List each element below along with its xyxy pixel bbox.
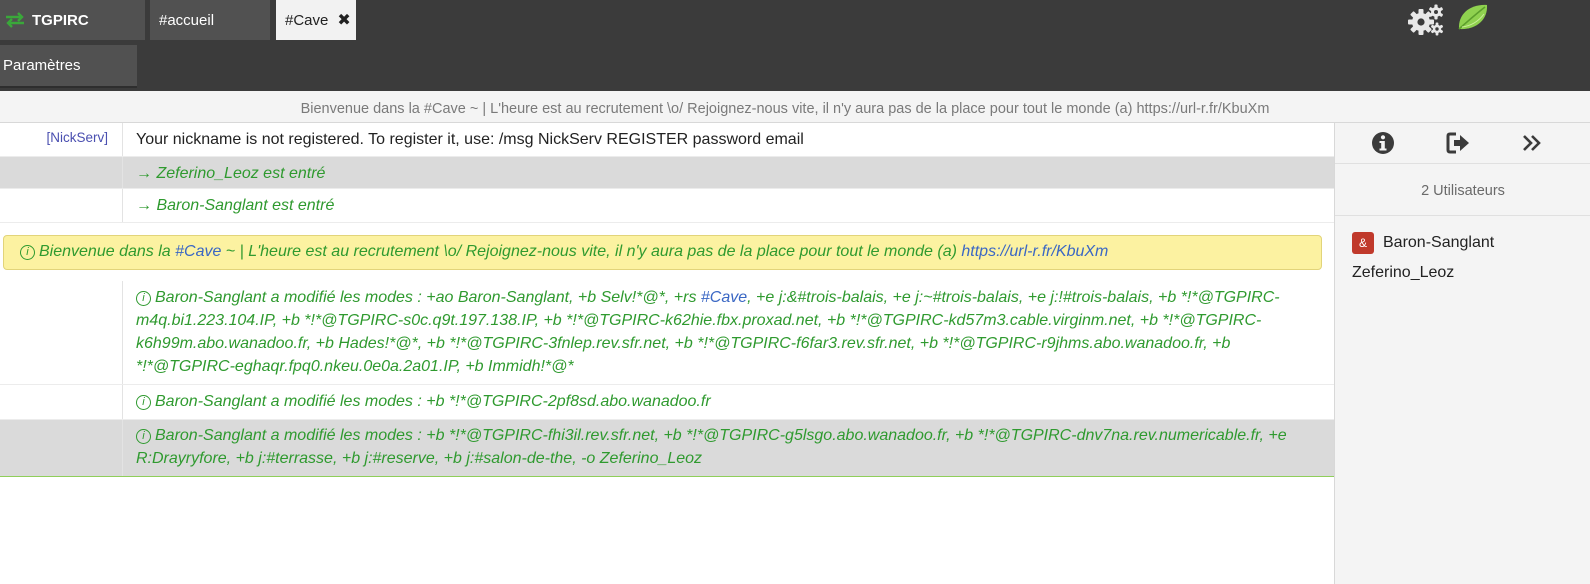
topic-text: Bienvenue dans la #Cave ~ | L'heure est … [300,101,1270,117]
mode-message: i Baron-Sanglant a modifié les modes : +b… [136,390,1325,413]
leave-icon[interactable] [1445,130,1471,156]
owner-badge: & [1352,232,1374,254]
gear-icon[interactable] [1408,4,1444,36]
user-name: Zeferino_Leoz [1352,264,1455,281]
mode-text: Baron-Sanglant a modifié les modes : +b … [136,427,1287,467]
message-row: i Bienvenue dans la #Cave ~ | L'heure est… [0,223,1335,281]
mode-text: Baron-Sanglant a modifié les modes : +b … [155,393,711,410]
tab-label: #accueil [159,11,215,29]
user-panel: 2 Utilisateurs & Baron-Sanglant Zeferino… [1334,123,1590,584]
top-bar: TGPIRC #accueil #Cave ✖ Paramètres [0,0,1590,91]
info-circle-icon: i [136,395,151,410]
message-row: → Zeferino_Leoz est entré [0,157,1335,189]
message-row: i Baron-Sanglant a modifié les modes : +b… [0,420,1335,477]
info-icon[interactable] [1370,130,1396,156]
close-icon[interactable]: ✖ [337,10,350,30]
channel-link[interactable]: #Cave [175,243,221,260]
user-name: Baron-Sanglant [1383,234,1495,251]
mode-message: i Baron-Sanglant a modifié les modes : +a… [136,286,1325,378]
tab-label: TGPIRC [32,11,89,29]
tab-cave[interactable]: #Cave ✖ [276,0,356,40]
url-link[interactable]: https://url-r.fr/KbuXm [961,243,1108,260]
message-row: i Baron-Sanglant a modifié les modes : +b… [0,385,1335,420]
message-row: → Baron-Sanglant est entré [0,189,1335,223]
user-list-item[interactable]: Zeferino_Leoz [1352,261,1454,285]
join-message: → Zeferino_Leoz est entré [136,165,326,182]
collapse-icon[interactable] [1519,130,1545,156]
message-text: Your nickname is not registered. To regi… [136,131,804,148]
leaf-icon[interactable] [1456,2,1490,32]
channel-topic: Bienvenue dans la #Cave ~ | L'heure est … [0,91,1590,123]
tab-tgpirc[interactable]: TGPIRC [0,0,145,40]
mode-text: Baron-Sanglant a modifié les modes : +ao… [155,289,701,306]
message-nick [0,189,123,222]
message-nick [0,420,123,476]
user-count: 2 Utilisateurs [1335,164,1590,216]
info-circle-icon: i [20,245,35,260]
welcome-notice: i Bienvenue dans la #Cave ~ | L'heure est… [3,235,1322,270]
panel-toolbar [1335,123,1590,164]
join-message: → Baron-Sanglant est entré [136,197,335,214]
tab-parametres[interactable]: Paramètres [0,45,137,88]
notice-text: ~ | L'heure est au recrutement \o/ Rejoi… [221,243,962,260]
info-circle-icon: i [136,429,151,444]
mode-message: i Baron-Sanglant a modifié les modes : +b… [136,424,1325,470]
message-nick[interactable]: [NickServ] [0,123,123,156]
message-list: [NickServ] Your nickname is not register… [0,123,1335,584]
user-list-item[interactable]: & Baron-Sanglant [1352,231,1494,255]
tab-accueil[interactable]: #accueil [150,0,270,40]
notice-text: Bienvenue dans la [39,243,176,260]
swap-icon [6,12,24,28]
channel-link[interactable]: #Cave [701,289,747,306]
message-nick [0,157,123,188]
message-row: i Baron-Sanglant a modifié les modes : +a… [0,281,1335,385]
info-circle-icon: i [136,291,151,306]
tab-label: #Cave [285,11,329,29]
message-row: [NickServ] Your nickname is not register… [0,123,1335,157]
message-nick [0,385,123,419]
message-nick [0,281,123,384]
tab-label: Paramètres [3,57,81,74]
